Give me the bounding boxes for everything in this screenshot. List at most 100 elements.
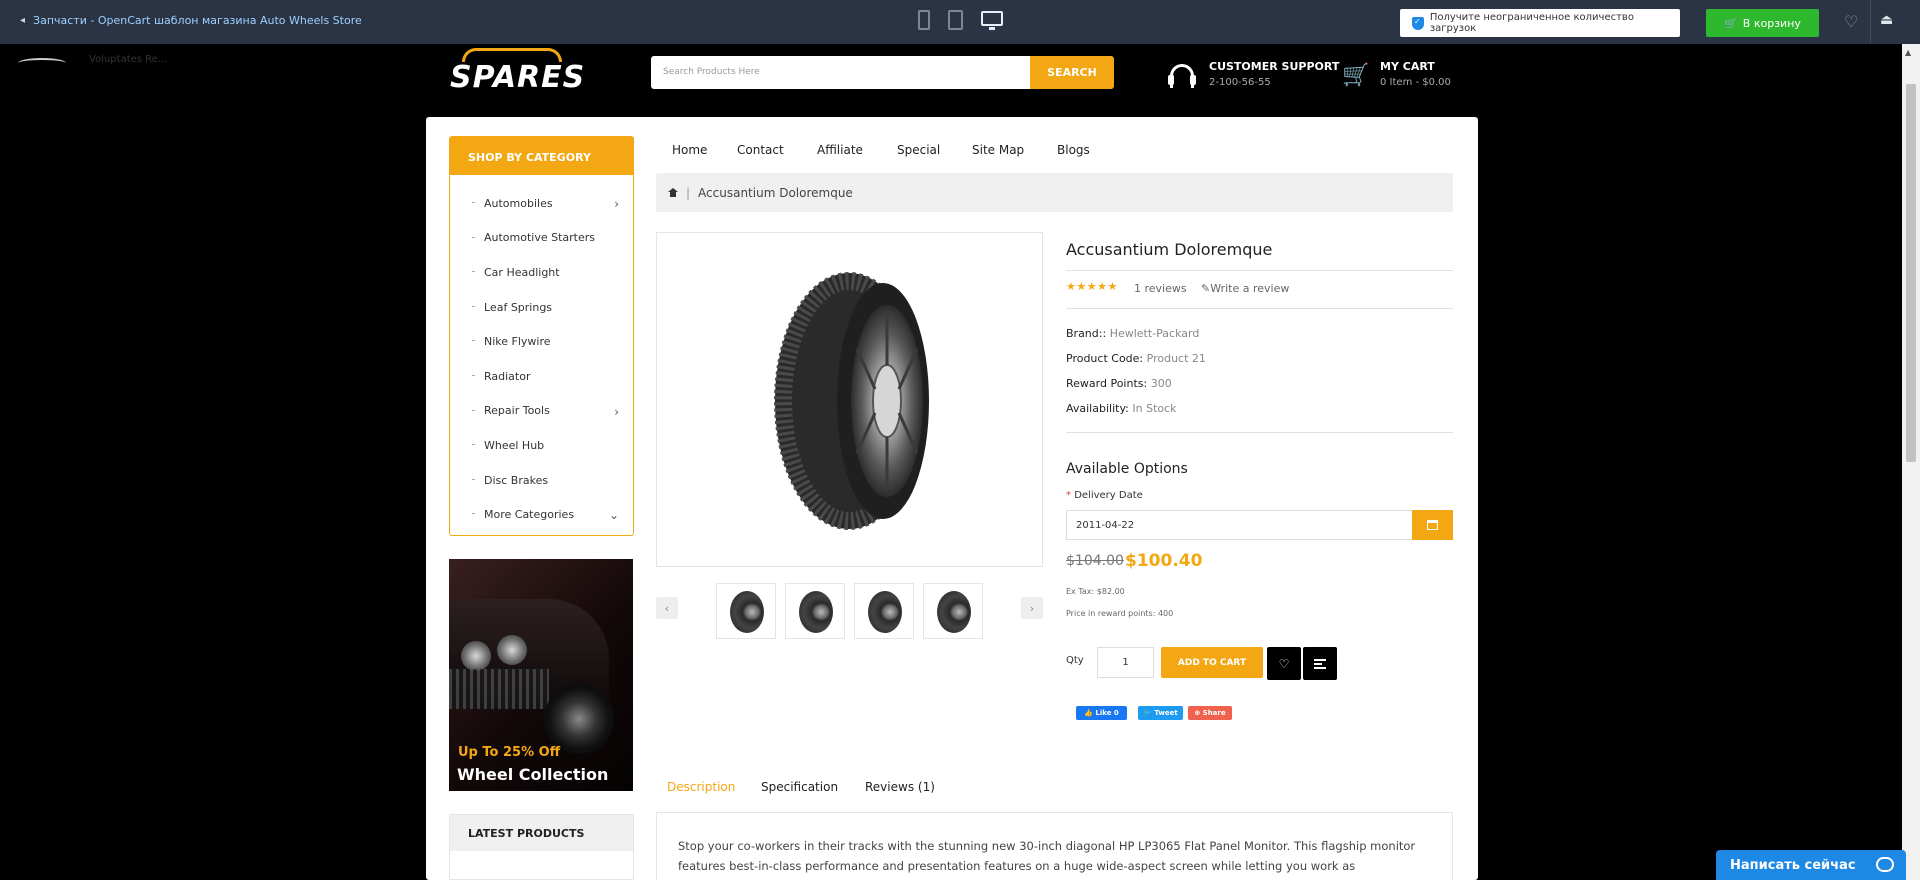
category-item-label: Repair Tools — [484, 404, 550, 418]
category-item[interactable]: Car Headlight — [450, 255, 633, 290]
product-code-row: Product Code: Product 21 — [1066, 352, 1206, 365]
category-item[interactable]: Repair Tools › — [450, 394, 633, 429]
compare-button[interactable] — [1303, 647, 1337, 680]
availability-label: Availability: — [1066, 402, 1129, 415]
thumbnail[interactable] — [923, 583, 983, 639]
category-item-label: Nike Flywire — [484, 335, 551, 349]
options-title: Available Options — [1066, 461, 1188, 477]
home-icon[interactable] — [668, 188, 678, 197]
tweet-button[interactable]: 🐦 Tweet — [1138, 706, 1183, 720]
phone-view-icon[interactable] — [918, 10, 930, 30]
unlimited-downloads-button[interactable]: Получите неограниченное количество загру… — [1400, 9, 1680, 37]
cart-summary[interactable]: 0 Item - $0.00 — [1380, 77, 1451, 88]
search-input[interactable]: Search Products Here — [651, 56, 1031, 89]
category-item[interactable]: Leaf Springs — [450, 290, 633, 325]
tire-image — [730, 591, 764, 633]
write-review-link[interactable]: ✎Write a review — [1201, 282, 1289, 295]
tire-image — [799, 591, 833, 633]
tab[interactable]: Description — [667, 780, 735, 794]
cart-title[interactable]: MY CART — [1380, 60, 1435, 73]
calendar-icon — [1427, 520, 1438, 530]
chat-label: Написать сейчас — [1730, 857, 1856, 873]
category-item[interactable]: Nike Flywire — [450, 324, 633, 359]
tab[interactable]: Specification — [761, 780, 838, 794]
nav-link[interactable]: Affiliate — [817, 143, 863, 157]
product-code-value: Product 21 — [1146, 352, 1206, 365]
qty-input[interactable]: 1 — [1097, 647, 1154, 678]
description-text: Stop your co-workers in their tracks wit… — [678, 839, 1416, 880]
product-title: Accusantium Doloremque — [1066, 240, 1273, 259]
category-list: Automobiles › Automotive Starters Car Headl… — [450, 175, 633, 532]
latest-product-thumbnail[interactable] — [18, 58, 66, 68]
store-logo[interactable]: SPARES — [448, 48, 584, 95]
nav-link[interactable]: Blogs — [1057, 143, 1090, 157]
brand-row: Brand:: Hewlett-Packard — [1066, 327, 1199, 340]
search-button[interactable]: SEARCH — [1030, 56, 1114, 89]
availability-value: In Stock — [1132, 402, 1177, 415]
nav-link[interactable]: Home — [672, 143, 707, 157]
breadcrumb-current[interactable]: Accusantium Doloremque — [698, 186, 853, 200]
write-review-label: Write a review — [1210, 282, 1290, 295]
demo-top-bar: ◂ Запчасти - OpenCart шаблон магазина Au… — [0, 0, 1920, 44]
desktop-view-icon[interactable] — [981, 11, 1003, 30]
buy-button[interactable]: 🛒 В корзину — [1706, 9, 1819, 37]
grille-image — [449, 669, 549, 709]
divider — [1870, 0, 1871, 44]
facebook-like-button[interactable]: 👍 Like 0 — [1076, 706, 1127, 720]
share-button[interactable]: ⊕ Share — [1188, 706, 1232, 720]
category-item[interactable]: Disc Brakes — [450, 463, 633, 498]
search-placeholder: Search Products Here — [663, 67, 760, 77]
thumbnail-next-button[interactable]: › — [1021, 597, 1043, 619]
thumbnail[interactable] — [716, 583, 776, 639]
category-item-label: Radiator — [484, 369, 531, 383]
tablet-view-icon[interactable] — [948, 10, 963, 30]
category-item[interactable]: Wheel Hub — [450, 428, 633, 463]
heart-icon[interactable]: ♡ — [1844, 12, 1858, 31]
category-item-label: Car Headlight — [484, 265, 560, 279]
reviews-count-link[interactable]: 1 reviews — [1134, 282, 1187, 295]
category-item[interactable]: Radiator — [450, 359, 633, 394]
thumbnail-prev-button[interactable]: ‹ — [656, 597, 678, 619]
reward-points-value: 300 — [1150, 377, 1172, 390]
cart-icon[interactable]: 🛒 — [1342, 64, 1369, 88]
delivery-date-label: * Delivery Date — [1066, 490, 1143, 501]
nav-link[interactable]: Contact — [737, 143, 784, 157]
wheel-collection-banner[interactable]: Up To 25% Off Wheel Collection — [449, 559, 633, 791]
scrollbar-thumb[interactable] — [1906, 84, 1916, 462]
chat-widget[interactable]: Написать сейчас — [1716, 850, 1906, 880]
latest-product-name[interactable]: Voluptates Re... — [89, 54, 167, 65]
nav-link[interactable]: Site Map — [972, 143, 1024, 157]
category-item[interactable]: Automotive Starters — [450, 221, 633, 256]
category-item-label: Leaf Springs — [484, 300, 553, 314]
tire-image — [937, 591, 971, 633]
availability-row: Availability: In Stock — [1066, 402, 1177, 415]
rating-stars: ★★★★★ — [1066, 280, 1118, 293]
category-item-label: Automotive Starters — [484, 231, 596, 245]
tab[interactable]: Reviews (1) — [865, 780, 935, 794]
delivery-date-input[interactable]: 2011-04-22 — [1066, 510, 1413, 540]
add-to-cart-button[interactable]: ADD TO CART — [1161, 647, 1263, 678]
product-main-image[interactable] — [656, 232, 1043, 567]
collapse-up-icon[interactable]: ⏏ — [1880, 12, 1893, 28]
scroll-up-arrow-icon[interactable]: ▲ — [1905, 48, 1911, 57]
category-item[interactable]: Automobiles › — [450, 186, 633, 221]
brand-value[interactable]: Hewlett-Packard — [1110, 327, 1200, 340]
category-item-label: Wheel Hub — [484, 438, 545, 452]
breadcrumb: | Accusantium Doloremque — [656, 173, 1453, 212]
calendar-button[interactable] — [1412, 510, 1453, 540]
wishlist-button[interactable]: ♡ — [1267, 647, 1301, 680]
nav-link[interactable]: Special — [897, 143, 940, 157]
thumbnail[interactable] — [854, 583, 914, 639]
banner-title: Wheel Collection — [457, 765, 609, 784]
qty-label: Qty — [1066, 655, 1084, 666]
headset-icon — [1168, 64, 1196, 88]
category-item[interactable]: More Categories ⌄ — [450, 497, 633, 532]
pencil-icon: ✎ — [1201, 282, 1211, 295]
latest-products: LATEST PRODUCTS — [449, 814, 634, 880]
reward-points-row: Reward Points: 300 — [1066, 377, 1172, 390]
chevron-right-icon: › — [614, 404, 619, 419]
logo-text: SPARES — [450, 60, 586, 95]
back-link[interactable]: ◂ Запчасти - OpenCart шаблон магазина Au… — [20, 14, 362, 27]
category-item-label: Disc Brakes — [484, 473, 549, 487]
thumbnail[interactable] — [785, 583, 845, 639]
